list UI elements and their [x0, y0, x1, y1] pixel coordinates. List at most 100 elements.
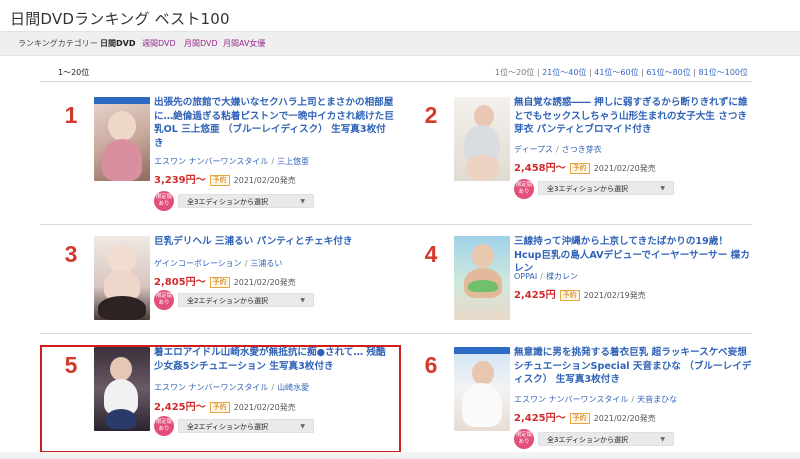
cover-figure [108, 111, 136, 141]
maker-link[interactable]: ディープス [514, 145, 553, 154]
product-cover-image[interactable] [94, 97, 150, 181]
price: 2,805円〜 [154, 277, 206, 288]
release-date: 2021/02/20発売 [593, 164, 656, 173]
maker-link[interactable]: OPPAI [514, 272, 537, 281]
rank-number: 3 [64, 241, 78, 267]
release-date: 2021/02/20発売 [593, 414, 656, 423]
price-row: 2,425円〜 予約 2021/02/20発売 [514, 409, 656, 424]
product-title-link[interactable]: 無意識に男を挑発する着衣巨乳 超ラッキースケベ妄想シチュエーションSpecial… [514, 346, 754, 387]
product-cover-image[interactable] [94, 236, 150, 320]
range-separator: | [693, 68, 696, 77]
cover-figure [466, 155, 500, 181]
reservation-badge: 予約 [569, 413, 590, 424]
cover-figure [472, 361, 494, 385]
limited-edition-badge: 限定版あり [154, 290, 174, 310]
category-daily-dvd[interactable]: 日間DVD [100, 32, 135, 55]
product-title-link[interactable]: 三線持って沖縄から上京してきたばかりの19歳！Hcup巨乳の島人AVデビューでイ… [514, 235, 754, 276]
rank-number: 4 [424, 241, 438, 267]
dropdown-arrow-icon: ▼ [660, 185, 665, 192]
reservation-badge: 予約 [209, 277, 230, 288]
price-row: 2,805円〜 予約 2021/02/20発売 [154, 273, 296, 288]
cover-figure [98, 296, 146, 320]
category-label: ランキングカテゴリー [18, 39, 98, 48]
product-meta: エスワン ナンバーワンスタイル / 三上悠亜 [154, 157, 310, 166]
limited-edition-badge: 限定版あり [514, 179, 534, 199]
bluray-case-band [94, 97, 150, 104]
product-cover-image[interactable] [454, 236, 510, 320]
release-date: 2021/02/19発売 [583, 291, 646, 300]
rank-number: 1 [64, 102, 78, 128]
ranking-item: 4 三線持って沖縄から上京してきたばかりの19歳！Hcup巨乳の島人AVデビュー… [406, 235, 760, 345]
price: 2,458円〜 [514, 163, 566, 174]
product-cover-image[interactable] [454, 97, 510, 181]
actress-link[interactable]: さつき芽衣 [562, 145, 602, 154]
cover-figure [102, 139, 142, 181]
product-meta: ディープス / さつき芽衣 [514, 145, 602, 154]
maker-link[interactable]: エスワン ナンバーワンスタイル [514, 395, 628, 404]
bluray-case-band [454, 347, 510, 354]
range-link-1-20[interactable]: 1位〜20位 [495, 68, 534, 77]
row-divider [40, 333, 752, 334]
reservation-badge: 予約 [559, 290, 580, 301]
reservation-badge: 予約 [209, 175, 230, 186]
rank-number: 2 [424, 102, 438, 128]
ranking-item: 3 巨乳デリヘル 三浦るい パンティとチェキ付き ゲインコーポレーション / 三浦る… [46, 235, 400, 345]
price-row: 2,458円〜 予約 2021/02/20発売 [514, 159, 656, 174]
release-date: 2021/02/20発売 [233, 176, 296, 185]
maker-link[interactable]: ゲインコーポレーション [154, 259, 242, 268]
actress-link[interactable]: 三上悠亜 [277, 157, 309, 166]
highlight-box [40, 345, 401, 453]
price: 2,425円〜 [514, 413, 566, 424]
edition-select[interactable]: 全2エディションから選択 ▼ [178, 293, 314, 307]
actress-link[interactable]: 天音まひな [637, 395, 677, 404]
actress-link[interactable]: 三浦るい [250, 259, 282, 268]
product-meta: ゲインコーポレーション / 三浦るい [154, 259, 283, 268]
price: 3,239円〜 [154, 175, 206, 186]
maker-link[interactable]: エスワン ナンバーワンスタイル [154, 157, 268, 166]
range-separator: | [641, 68, 644, 77]
release-date: 2021/02/20発売 [233, 278, 296, 287]
edition-select[interactable]: 全3エディションから選択 ▼ [538, 432, 674, 446]
product-title-link[interactable]: 無自覚な誘惑―― 押しに弱すぎるから断りきれずに誰とでもセックスしちゃう山形生ま… [514, 96, 754, 137]
range-link-81-100[interactable]: 81位〜100位 [699, 68, 748, 77]
price-row: 2,425円 予約 2021/02/19発売 [514, 286, 646, 301]
page-bottom-edge [0, 452, 800, 459]
range-separator: | [588, 68, 592, 77]
product-title-link[interactable]: 出張先の旅館で大嫌いなセクハラ上司とまさかの相部屋に…絶倫過ぎる粘着ピストンで一… [154, 96, 394, 150]
range-separator: | [536, 68, 540, 77]
cover-figure [474, 105, 494, 127]
category-monthly-actress[interactable]: 月間AV女優 [223, 32, 265, 55]
edition-select[interactable]: 全3エディションから選択 ▼ [538, 181, 674, 195]
limited-edition-badge: 限定版あり [154, 191, 174, 211]
page-title: 日間DVDランキング ベスト100 [10, 10, 230, 28]
range-link-61-80[interactable]: 61位〜80位 [646, 68, 690, 77]
edition-select[interactable]: 全3エディションから選択 ▼ [178, 194, 314, 208]
dropdown-arrow-icon: ▼ [300, 297, 305, 304]
ranking-item: 1 出張先の旅館で大嫌いなセクハラ上司とまさかの相部屋に…絶倫過ぎる粘着ピストン… [46, 96, 400, 211]
category-weekly-dvd[interactable]: 週間DVD [142, 32, 176, 55]
range-links: 1位〜20位 | 21位〜40位 | 41位〜60位 | 61位〜80位 | 8… [495, 66, 748, 80]
ranking-item: 2 無自覚な誘惑―― 押しに弱すぎるから断りきれずに誰とでもセックスしちゃう山形… [406, 96, 760, 206]
category-bar: ランキングカテゴリー 日間DVD 週間DVD 月間DVD 月間AV女優 [0, 31, 800, 56]
row-divider [40, 224, 752, 225]
ranking-item: 6 無意識に男を挑発する着衣巨乳 超ラッキースケベ妄想シチュエーションSpeci… [406, 346, 760, 456]
dropdown-arrow-icon: ▼ [660, 436, 665, 443]
current-range: 1〜20位 [58, 68, 90, 77]
cover-figure [472, 244, 494, 268]
range-link-21-40[interactable]: 21位〜40位 [542, 68, 586, 77]
actress-link[interactable]: 楪カレン [546, 272, 578, 281]
limited-edition-badge: 限定版あり [514, 429, 534, 449]
price-row: 3,239円〜 予約 2021/02/20発売 [154, 171, 296, 186]
dropdown-arrow-icon: ▼ [300, 198, 305, 205]
product-meta: OPPAI / 楪カレン [514, 272, 578, 281]
range-link-41-60[interactable]: 41位〜60位 [594, 68, 638, 77]
cover-figure [462, 383, 502, 427]
price: 2,425円 [514, 290, 556, 301]
product-title-link[interactable]: 巨乳デリヘル 三浦るい パンティとチェキ付き [154, 235, 394, 249]
product-meta: エスワン ナンバーワンスタイル / 天音まひな [514, 395, 678, 404]
rank-number: 6 [424, 352, 438, 378]
category-monthly-dvd[interactable]: 月間DVD [184, 32, 218, 55]
product-cover-image[interactable] [454, 347, 510, 431]
range-bar: 1〜20位 1位〜20位 | 21位〜40位 | 41位〜60位 | 61位〜8… [40, 66, 752, 82]
cover-figure [468, 280, 498, 292]
